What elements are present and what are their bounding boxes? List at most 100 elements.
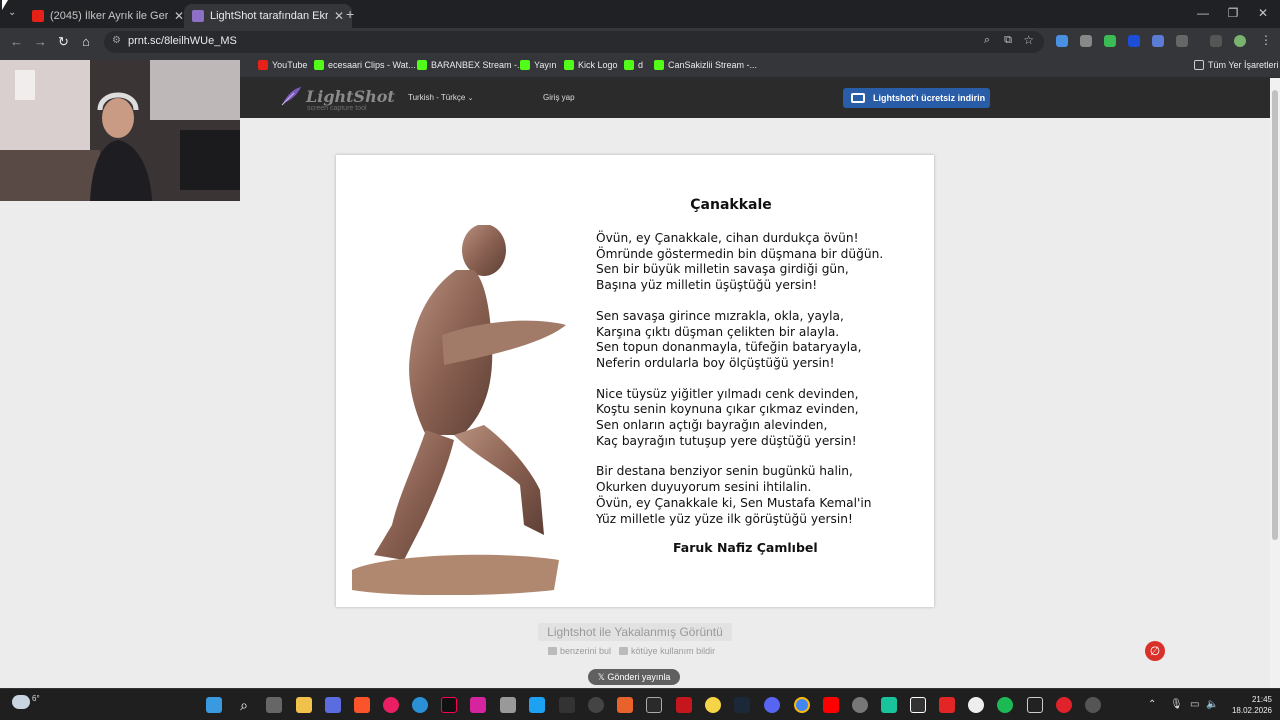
bookmark-label: d xyxy=(638,60,644,70)
close-icon[interactable]: ✕ xyxy=(334,9,344,23)
opera-icon[interactable] xyxy=(1056,697,1072,713)
back-icon[interactable]: ← xyxy=(10,34,23,49)
puzzle-icon[interactable] xyxy=(1176,35,1188,47)
poem-line: Okurken duyuyorum sesini ihtilalin. xyxy=(596,480,812,495)
media-player-icon[interactable] xyxy=(383,697,399,713)
bookmark-item[interactable]: d xyxy=(624,60,643,70)
extension-icon[interactable] xyxy=(1104,35,1116,47)
app-icon[interactable] xyxy=(617,697,633,713)
address-bar[interactable]: ⚙ prnt.sc/8leilhWUe_MS ⌕ ⧉ ☆ xyxy=(104,31,1044,53)
chevron-down-icon: ⌄ xyxy=(467,95,474,102)
clock[interactable]: 21:45 18.02.2026 xyxy=(1222,694,1272,716)
twitter-icon[interactable] xyxy=(529,697,545,713)
snipping-tool-icon[interactable] xyxy=(559,697,575,713)
extension-icon[interactable] xyxy=(1152,35,1164,47)
forward-icon[interactable]: → xyxy=(34,34,47,49)
youtube-icon[interactable] xyxy=(823,697,839,713)
app-icon[interactable] xyxy=(676,697,692,713)
discord-icon[interactable] xyxy=(764,697,780,713)
site-info-icon[interactable]: ⚙ xyxy=(112,35,121,46)
spotify-icon[interactable] xyxy=(997,697,1013,713)
bookmark-item[interactable]: Kick Logo xyxy=(564,60,618,70)
bookmark-item[interactable]: ecesaari Clips - Wat... xyxy=(314,60,416,70)
floating-badge-icon[interactable]: ∅ xyxy=(1145,641,1165,661)
app-icon[interactable] xyxy=(881,697,897,713)
all-bookmarks[interactable]: Tüm Yer İşaretleri xyxy=(1194,60,1279,70)
tab-youtube[interactable]: (2045) İlker Ayrık ile Gerçekler # ✕ xyxy=(24,4,192,28)
tiktok-icon[interactable] xyxy=(441,697,457,713)
tweet-button[interactable]: 𝕏 Gönderi yayınla xyxy=(588,669,680,685)
poem-line: Bir destana benziyor senin bugünkü halin… xyxy=(596,464,853,479)
app-icon[interactable] xyxy=(1027,697,1043,713)
bookmark-item[interactable]: BARANBEX Stream -... xyxy=(417,60,525,70)
app-icon[interactable] xyxy=(1085,697,1101,713)
reload-icon[interactable]: ↻ xyxy=(58,34,69,50)
bookmark-label: ecesaari Clips - Wat... xyxy=(328,60,416,70)
poem-line: Kaç bayrağın tutuşup yere düştüğü yersin… xyxy=(596,433,857,448)
network-icon[interactable]: ▭ xyxy=(1190,699,1199,710)
close-window-button[interactable]: ✕ xyxy=(1248,6,1278,20)
settings-icon[interactable] xyxy=(852,697,868,713)
weather-widget[interactable]: 6° xyxy=(12,694,40,709)
epic-games-icon[interactable] xyxy=(646,697,662,713)
app-icon[interactable] xyxy=(939,697,955,713)
app-icon[interactable] xyxy=(705,697,721,713)
extension-icon[interactable] xyxy=(1056,35,1068,47)
url-text[interactable]: prnt.sc/8leilhWUe_MS xyxy=(128,35,237,47)
store-icon[interactable] xyxy=(500,697,516,713)
brave-icon[interactable] xyxy=(354,697,370,713)
speedometer-icon[interactable] xyxy=(588,697,604,713)
bookmark-item[interactable]: CanSakizlii Stream -... xyxy=(654,60,757,70)
restore-button[interactable]: ❐ xyxy=(1218,6,1248,20)
yandex-icon[interactable] xyxy=(968,697,984,713)
find-similar-link[interactable]: benzerini bul xyxy=(548,646,611,656)
poem-title: Çanakkale xyxy=(690,197,772,213)
minimize-button[interactable]: — xyxy=(1188,6,1218,20)
menu-icon[interactable]: ⋮ xyxy=(1260,33,1272,47)
shield-icon[interactable] xyxy=(1080,35,1092,47)
poem-line: Sen savaşa girince mızrakla, okla, yayla… xyxy=(596,308,844,323)
poem-line: Sen bir büyük milletin savaşa girdiği gü… xyxy=(596,262,849,277)
avatar[interactable] xyxy=(1234,35,1246,47)
bookmark-label: Yayın xyxy=(534,60,557,70)
language-select[interactable]: Turkish - Türkçe ⌄ xyxy=(408,93,473,102)
chevron-up-icon[interactable]: ⌃ xyxy=(1148,699,1156,710)
bookmark-label: Kick Logo xyxy=(578,60,618,70)
home-icon[interactable]: ⌂ xyxy=(82,34,90,49)
bookmark-item[interactable]: YouTube xyxy=(258,60,307,70)
instagram-icon[interactable] xyxy=(470,697,486,713)
bookmark-item[interactable]: Yayın xyxy=(520,60,556,70)
reading-list-icon[interactable] xyxy=(1210,35,1222,47)
find-similar-label: benzerini bul xyxy=(560,646,612,656)
task-view-icon[interactable] xyxy=(266,697,282,713)
login-link[interactable]: Giriş yap xyxy=(543,93,575,102)
extension-icon[interactable] xyxy=(1128,35,1140,47)
report-abuse-link[interactable]: kötüye kullanım bildir xyxy=(619,646,715,656)
edge-icon[interactable] xyxy=(412,697,428,713)
tab-search-icon[interactable]: ⌄ xyxy=(8,7,16,18)
search-icon[interactable]: ⌕ xyxy=(236,697,252,713)
zoom-icon[interactable]: ⌕ xyxy=(984,34,990,47)
copilot-icon[interactable] xyxy=(325,697,341,713)
kick-icon xyxy=(564,60,574,70)
cloud-icon xyxy=(12,695,30,709)
kick-icon xyxy=(520,60,530,70)
steam-icon[interactable] xyxy=(734,697,750,713)
new-tab-button[interactable]: + xyxy=(346,6,354,22)
chrome-icon[interactable] xyxy=(794,697,810,713)
close-icon[interactable]: ✕ xyxy=(174,9,184,23)
start-icon[interactable] xyxy=(206,697,222,713)
star-icon[interactable]: ☆ xyxy=(1023,33,1034,47)
lightshot-logo[interactable]: LightShot screen capture tool xyxy=(280,85,395,112)
app-icon[interactable] xyxy=(910,697,926,713)
microphone-icon[interactable]: 🎙 xyxy=(1170,699,1183,710)
download-label: Lightshot'ı ücretsiz indirin xyxy=(873,93,986,103)
vertical-scrollbar[interactable] xyxy=(1270,78,1280,688)
volume-icon[interactable]: 🔈 xyxy=(1206,699,1218,710)
cast-icon[interactable]: ⧉ xyxy=(1004,34,1012,47)
file-explorer-icon[interactable] xyxy=(296,697,312,713)
tab-lightshot[interactable]: LightShot tarafından Ekran Gör ✕ xyxy=(184,4,353,28)
download-button[interactable]: Lightshot'ı ücretsiz indirin xyxy=(843,88,990,108)
poem-stanza: Övün, ey Çanakkale, cihan durdukça övün!… xyxy=(596,231,896,294)
scrollbar-thumb[interactable] xyxy=(1272,90,1278,540)
